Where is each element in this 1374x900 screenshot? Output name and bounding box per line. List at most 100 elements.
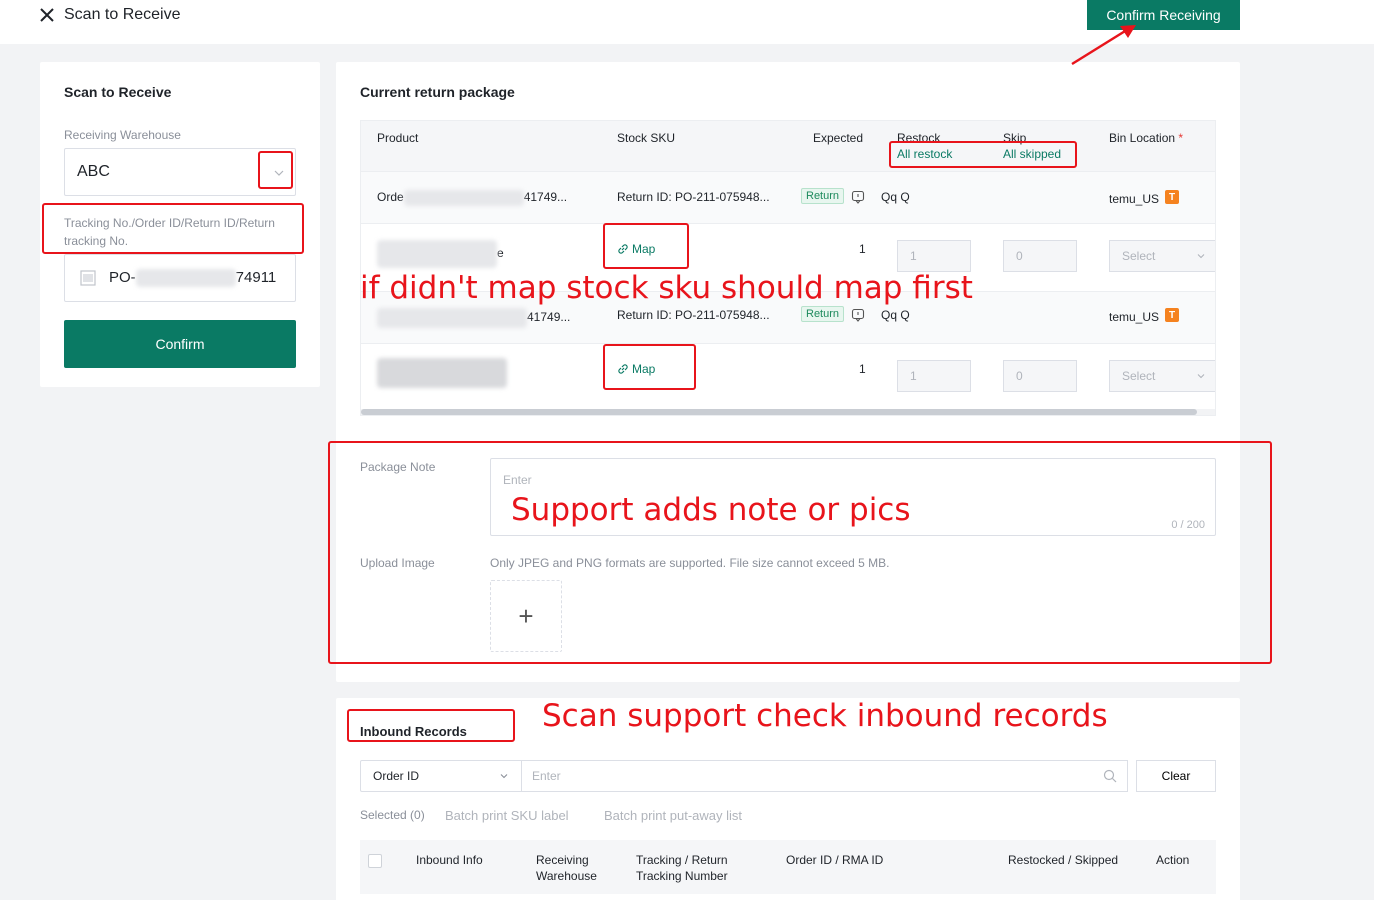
bin-location-select[interactable]: Select xyxy=(1109,360,1215,392)
store-name: temu_US xyxy=(1109,192,1160,206)
scrollbar-thumb[interactable] xyxy=(361,409,1197,415)
bin-location-label: Bin Location xyxy=(1109,131,1176,145)
order-suffix: 41749... xyxy=(523,190,568,205)
clear-button[interactable]: Clear xyxy=(1136,760,1216,792)
restock-input[interactable]: 1 xyxy=(897,240,971,272)
select-all-checkbox[interactable] xyxy=(368,854,382,868)
product-info: e xyxy=(377,240,504,268)
col-skip: Skip xyxy=(1003,131,1027,145)
store-name: temu_US xyxy=(1109,310,1160,324)
all-restock-link[interactable]: All restock xyxy=(897,147,952,161)
order-suffix: 41749... xyxy=(527,310,571,325)
filter-placeholder: Enter xyxy=(532,769,561,783)
skip-input[interactable]: 0 xyxy=(1003,360,1077,392)
tracking-value: PO- 74911 xyxy=(109,269,289,288)
map-label: Map xyxy=(632,362,656,376)
filter-search-input[interactable]: Enter xyxy=(521,760,1128,792)
package-note-label: Package Note xyxy=(360,460,436,474)
skip-input[interactable]: 0 xyxy=(1003,240,1077,272)
scan-panel: Scan to Receive Receiving Warehouse ABC … xyxy=(40,62,320,387)
col-stock-sku: Stock SKU xyxy=(617,131,676,145)
return-id: Return ID: PO-211-075948... xyxy=(617,308,770,322)
chevron-down-icon xyxy=(1197,374,1205,379)
chevron-down-icon xyxy=(1197,254,1205,259)
temu-badge-icon: T xyxy=(1165,190,1179,204)
warehouse-select[interactable]: ABC xyxy=(64,148,296,196)
col-action: Action xyxy=(1156,853,1190,867)
map-label: Map xyxy=(632,242,656,256)
col-product: Product xyxy=(377,131,419,145)
return-tag: Return xyxy=(801,306,845,322)
upload-image-button[interactable]: + xyxy=(490,580,562,652)
message-icon[interactable] xyxy=(851,190,865,204)
search-icon[interactable] xyxy=(1103,769,1117,783)
col-order-id: Order ID / RMA ID xyxy=(786,853,884,867)
required-mark: * xyxy=(1178,131,1184,145)
product-fragment: e xyxy=(497,246,504,261)
batch-print-sku-button[interactable]: Batch print SKU label xyxy=(445,808,569,823)
tracking-label: Tracking No./Order ID/Return ID/Return t… xyxy=(64,216,275,248)
restock-input[interactable]: 1 xyxy=(897,360,971,392)
redacted-order xyxy=(403,190,524,206)
filter-type-value: Order ID xyxy=(373,769,420,783)
inbound-title: Inbound Records xyxy=(360,724,467,739)
scan-panel-title: Scan to Receive xyxy=(64,84,172,100)
order-row: 41749... Return ID: PO-211-075948... Ret… xyxy=(361,291,1215,343)
order-prefix: Orde xyxy=(377,190,404,205)
redacted-tracking xyxy=(135,269,236,288)
horizontal-scrollbar[interactable] xyxy=(361,409,1215,415)
plus-icon: + xyxy=(518,600,534,631)
close-icon[interactable] xyxy=(38,6,56,24)
page-title: Scan to Receive xyxy=(64,6,181,23)
map-sku-link[interactable]: Map xyxy=(617,362,655,376)
order-id: Orde 41749... xyxy=(377,190,567,206)
bin-placeholder: Select xyxy=(1122,369,1156,383)
filter-type-select[interactable]: Order ID xyxy=(360,760,522,792)
tracking-input[interactable]: PO- 74911 xyxy=(64,254,296,302)
col-inbound-info: Inbound Info xyxy=(416,853,483,867)
col-tracking: Tracking / Return Tracking Number xyxy=(636,853,728,883)
scan-icon xyxy=(80,270,96,286)
col-receiving-warehouse: Receiving Warehouse xyxy=(536,853,597,883)
redacted-product xyxy=(377,240,497,268)
temu-badge-icon: T xyxy=(1165,308,1179,322)
table-header: Product Stock SKU Expected Restock All r… xyxy=(361,121,1215,171)
bin-location-select[interactable]: Select xyxy=(1109,240,1215,272)
package-note-input[interactable]: Enter 0 / 200 xyxy=(490,458,1216,536)
return-tag: Return xyxy=(801,188,845,204)
item-row: e Map 1 1 0 Select xyxy=(361,223,1215,291)
upload-hint: Only JPEG and PNG formats are supported.… xyxy=(490,556,890,570)
warehouse-value: ABC xyxy=(77,163,110,180)
product-info xyxy=(377,358,507,388)
confirm-button[interactable]: Confirm xyxy=(64,320,296,368)
confirm-receiving-button[interactable]: Confirm Receiving xyxy=(1087,0,1240,30)
col-restock: Restock xyxy=(897,131,941,145)
map-sku-link[interactable]: Map xyxy=(617,242,655,256)
return-items-table: Product Stock SKU Expected Restock All r… xyxy=(360,120,1216,416)
chevron-down-icon[interactable] xyxy=(273,167,285,179)
link-icon xyxy=(618,244,628,254)
inbound-table-header: Inbound Info Receiving Warehouse Trackin… xyxy=(360,840,1216,894)
order-row: Orde 41749... Return ID: PO-211-075948...… xyxy=(361,171,1215,223)
message-icon[interactable] xyxy=(851,308,865,322)
buyer-name: Qq Q xyxy=(881,190,910,204)
col-restocked-skipped: Restocked / Skipped xyxy=(1008,853,1119,867)
return-id: Return ID: PO-211-075948... xyxy=(617,190,770,204)
tracking-suffix: 74911 xyxy=(235,269,277,286)
note-char-count: 0 / 200 xyxy=(1171,519,1205,531)
note-placeholder: Enter xyxy=(503,473,532,487)
upload-image-label: Upload Image xyxy=(360,556,435,570)
tracking-prefix: PO- xyxy=(109,269,136,286)
col-bin-location: Bin Location * xyxy=(1109,131,1183,145)
expected-qty: 1 xyxy=(859,242,866,256)
order-id: 41749... xyxy=(377,308,570,328)
selected-count: Selected (0) xyxy=(360,808,425,822)
batch-print-putaway-button[interactable]: Batch print put-away list xyxy=(604,808,742,823)
bin-placeholder: Select xyxy=(1122,249,1156,263)
top-bar: Scan to Receive Confirm Receiving xyxy=(0,0,1374,44)
link-icon xyxy=(618,364,628,374)
item-row: Map 1 1 0 Select xyxy=(361,343,1215,411)
redacted-product xyxy=(377,358,507,388)
col-expected: Expected xyxy=(813,131,864,145)
all-skipped-link[interactable]: All skipped xyxy=(1003,147,1061,161)
